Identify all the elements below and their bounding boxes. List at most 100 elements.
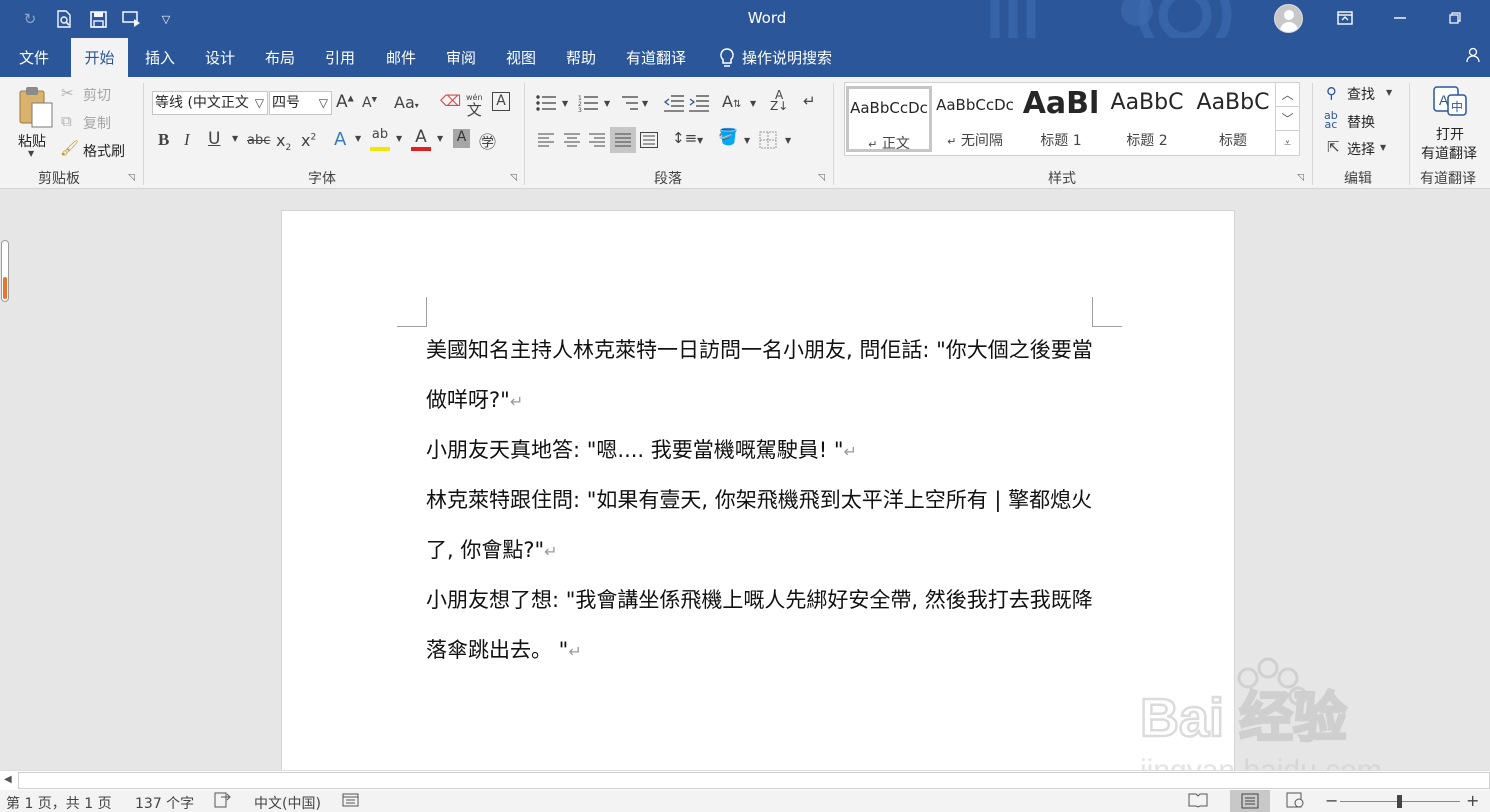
distributed-icon[interactable] [640, 132, 658, 148]
font-name-combo[interactable]: 等线 (中文正文 ▽ [152, 91, 268, 115]
character-shading-icon[interactable]: A [453, 129, 470, 148]
cut-button[interactable]: 剪切 [83, 85, 111, 105]
bullets-dropdown-icon[interactable]: ▼ [562, 99, 568, 108]
open-youdao-button[interactable]: A 中 打开 有道翻译 [1416, 83, 1486, 163]
align-right-icon[interactable] [588, 132, 606, 148]
character-border-icon[interactable]: A [492, 92, 510, 111]
borders-dropdown-icon[interactable]: ▼ [785, 136, 791, 145]
font-color-icon[interactable]: A [411, 127, 431, 151]
select-dropdown-icon[interactable]: ▼ [1380, 143, 1386, 152]
find-dropdown-icon[interactable]: ▼ [1386, 88, 1392, 97]
highlight-color-icon[interactable]: ab [370, 127, 390, 151]
vertical-scroll-indicator[interactable] [1, 240, 9, 302]
tab-references[interactable]: 引用 [316, 38, 364, 77]
scroll-track[interactable] [18, 772, 1490, 789]
strikethrough-icon[interactable]: abc [247, 133, 270, 148]
style-title[interactable]: AaBbC 标题 [1190, 86, 1276, 152]
replace-button[interactable]: 替换 [1347, 112, 1375, 132]
tab-insert[interactable]: 插入 [136, 38, 184, 77]
line-spacing-dropdown-icon[interactable]: ▼ [697, 136, 703, 145]
document-page[interactable]: 美國知名主持人林克萊特一日訪問一名小朋友, 問佢話: "你大個之後要當做咩呀?"… [281, 210, 1235, 770]
asian-layout-dropdown-icon[interactable]: ▼ [750, 99, 756, 108]
shading-icon[interactable]: 🪣 [718, 127, 738, 146]
paragraph-launcher-icon[interactable]: ◹ [818, 173, 825, 183]
read-mode-icon[interactable] [1188, 792, 1208, 812]
underline-dropdown-icon[interactable]: ▼ [232, 134, 238, 143]
numbering-dropdown-icon[interactable]: ▼ [604, 99, 610, 108]
more-styles-icon[interactable]: ⩡ [1276, 131, 1299, 155]
style-heading-1[interactable]: AaBl 标题 1 [1018, 86, 1104, 152]
tab-youdao[interactable]: 有道翻译 [618, 38, 694, 77]
copy-button[interactable]: 复制 [83, 113, 111, 133]
bold-icon[interactable]: B [158, 130, 169, 150]
tell-me-search[interactable]: 操作说明搜索 [742, 38, 842, 77]
zoom-in-icon[interactable]: + [1466, 791, 1479, 810]
shading-dropdown-icon[interactable]: ▼ [744, 136, 750, 145]
decrease-indent-icon[interactable] [663, 94, 685, 112]
multilevel-dropdown-icon[interactable]: ▼ [642, 99, 648, 108]
word-count[interactable]: 137 个字 [135, 793, 194, 812]
language-indicator[interactable]: 中文(中国) [254, 793, 321, 812]
font-launcher-icon[interactable]: ◹ [510, 173, 517, 183]
increase-indent-icon[interactable] [688, 94, 710, 112]
paragraph[interactable]: 林克萊特跟住問: "如果有壹天, 你架飛機飛到太平洋上空所有 | 擎都熄火了, … [426, 475, 1096, 577]
numbering-icon[interactable]: 123 [578, 94, 600, 112]
styles-launcher-icon[interactable]: ◹ [1297, 173, 1304, 183]
tab-help[interactable]: 帮助 [557, 38, 605, 77]
tab-layout[interactable]: 布局 [256, 38, 304, 77]
clipboard-launcher-icon[interactable]: ◹ [128, 173, 135, 183]
asian-layout-icon[interactable]: A⇅ [722, 92, 741, 111]
paragraph[interactable]: 小朋友想了想: "我會講坐係飛機上嘅人先綁好安全帶, 然後我打去我既降落傘跳出去… [426, 575, 1096, 677]
paragraph[interactable]: 小朋友天真地答: "嗯.... 我要當機嘅駕駛員! "↵ [426, 425, 1096, 477]
highlight-dropdown-icon[interactable]: ▼ [396, 134, 402, 143]
tab-mailings[interactable]: 邮件 [377, 38, 425, 77]
restore-icon[interactable] [1440, 6, 1470, 30]
clear-formatting-icon[interactable]: ⌫ [440, 92, 461, 110]
sort-icon[interactable]: A Z↓ [770, 89, 788, 112]
grow-font-icon[interactable]: A▲ [336, 92, 354, 112]
track-changes-icon[interactable] [214, 792, 232, 812]
style-heading-2[interactable]: AaBbC 标题 2 [1104, 86, 1190, 152]
page-count[interactable]: 第 1 页，共 1 页 [6, 793, 112, 812]
italic-icon[interactable]: I [184, 130, 190, 150]
scroll-left-icon[interactable]: ◀ [4, 774, 12, 785]
paragraph[interactable]: 美國知名主持人林克萊特一日訪問一名小朋友, 問佢話: "你大個之後要當做咩呀?"… [426, 325, 1096, 427]
bullets-icon[interactable] [536, 94, 558, 112]
style-no-spacing[interactable]: AaBbCcDc ↵ 无间隔 [932, 86, 1018, 152]
text-effects-dropdown-icon[interactable]: ▼ [355, 134, 361, 143]
justify-button[interactable] [610, 127, 636, 153]
font-size-combo[interactable]: 四号 ▽ [269, 91, 332, 115]
macro-icon[interactable] [342, 792, 360, 812]
subscript-icon[interactable]: x2 [276, 131, 291, 153]
phonetic-guide-icon[interactable]: wén 文 [466, 89, 483, 118]
web-layout-icon[interactable] [1286, 792, 1304, 812]
tab-review[interactable]: 审阅 [437, 38, 485, 77]
text-effects-icon[interactable]: A [334, 129, 346, 150]
find-button[interactable]: 查找 [1347, 84, 1375, 104]
print-layout-button[interactable] [1230, 790, 1270, 812]
style-normal[interactable]: AaBbCcDc ↵ 正文 [846, 86, 932, 152]
tab-view[interactable]: 视图 [497, 38, 545, 77]
scroll-up-icon[interactable]: ︿ [1276, 83, 1299, 107]
borders-icon[interactable] [759, 131, 777, 149]
select-button[interactable]: 选择 [1347, 139, 1375, 159]
minimize-icon[interactable] [1385, 6, 1415, 30]
format-painter-button[interactable]: 格式刷 [83, 141, 125, 161]
paste-dropdown-icon[interactable]: ▼ [28, 149, 34, 158]
ribbon-display-options-icon[interactable] [1330, 6, 1360, 30]
tab-home[interactable]: 开始 [71, 38, 128, 77]
shrink-font-icon[interactable]: A▼ [362, 95, 377, 111]
multilevel-list-icon[interactable] [618, 94, 640, 112]
font-color-dropdown-icon[interactable]: ▼ [437, 134, 443, 143]
align-center-icon[interactable] [563, 132, 581, 148]
tab-design[interactable]: 设计 [196, 38, 244, 77]
horizontal-scrollbar[interactable]: ◀ [0, 770, 1490, 790]
zoom-slider-knob[interactable] [1397, 795, 1402, 808]
enclose-characters-icon[interactable]: ㊫ [479, 128, 496, 153]
zoom-out-icon[interactable]: − [1325, 791, 1338, 810]
account-avatar[interactable] [1274, 4, 1303, 33]
underline-icon[interactable]: U [208, 129, 220, 149]
paste-button[interactable]: 粘贴 ▼ [12, 83, 56, 163]
align-left-icon[interactable] [537, 132, 555, 148]
share-icon[interactable] [1458, 38, 1490, 77]
